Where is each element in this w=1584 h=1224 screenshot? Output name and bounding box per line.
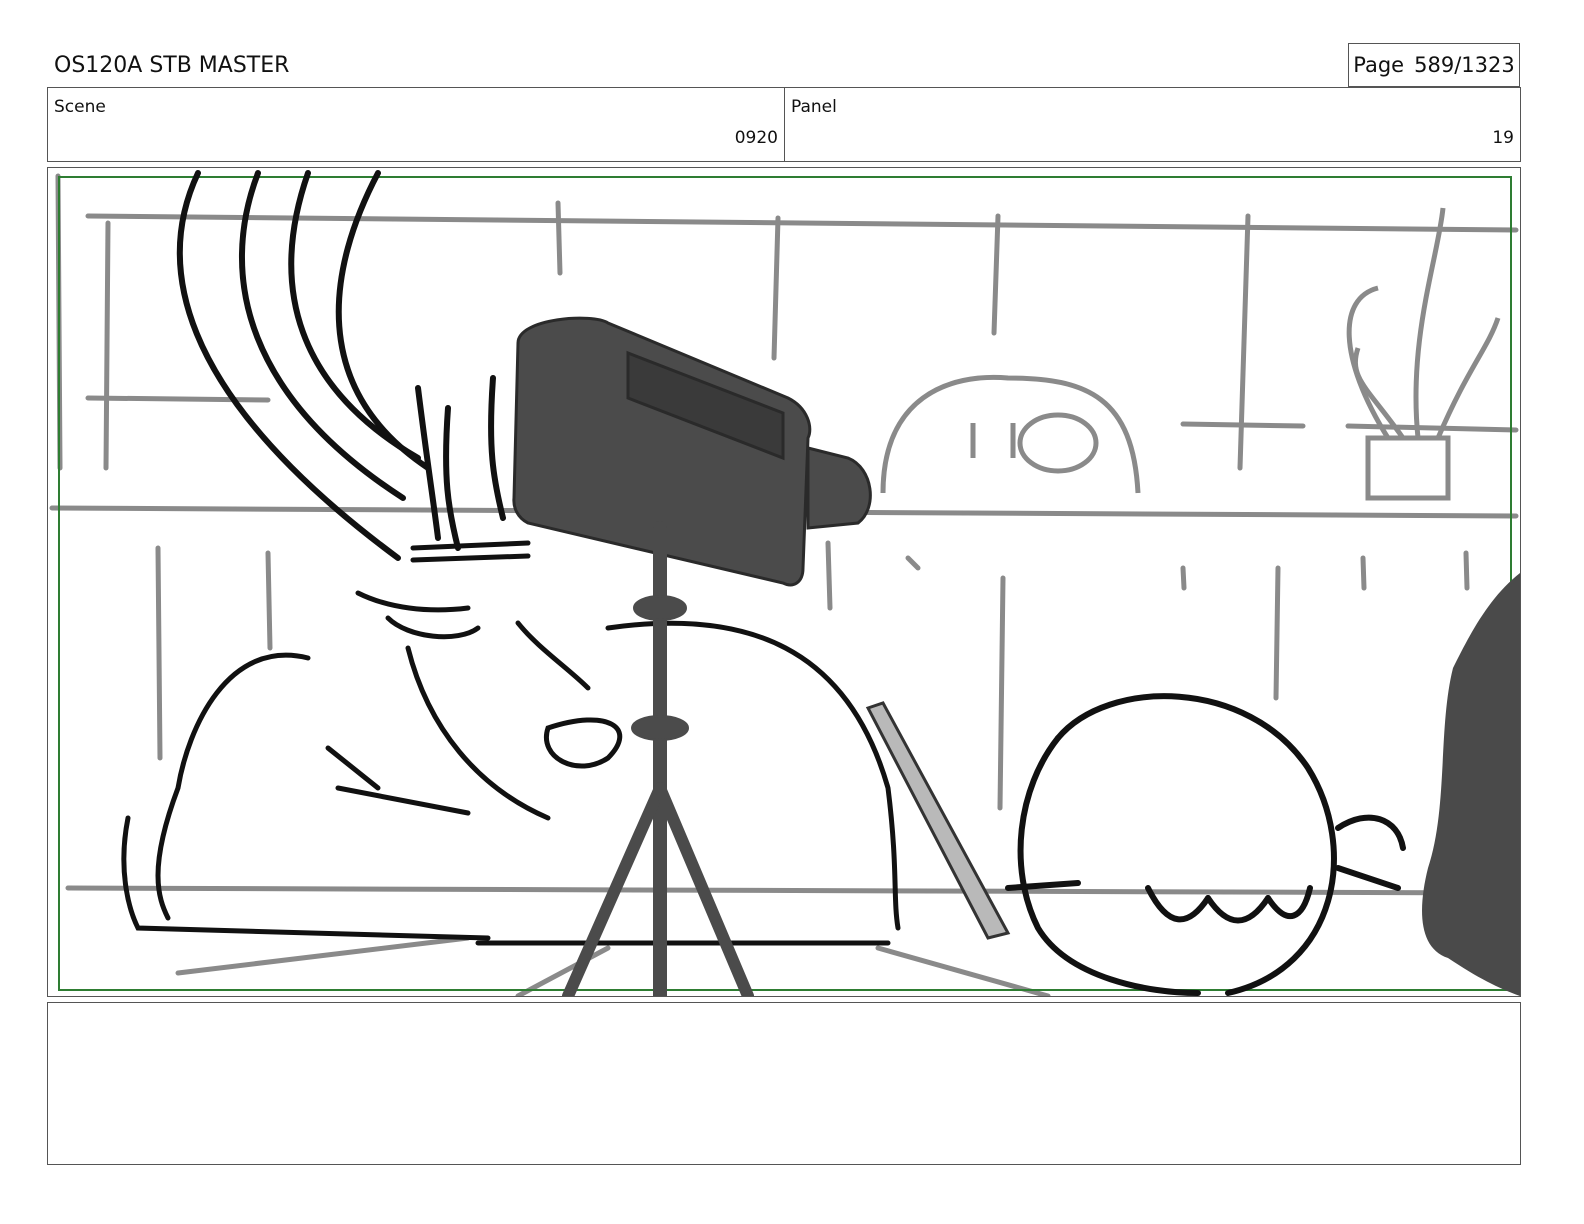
antlers-sketch — [176, 170, 506, 561]
document-title: OS120A STB MASTER — [54, 53, 290, 78]
panel-cell: Panel 19 — [785, 88, 1520, 161]
panel-number: 19 — [1492, 128, 1514, 148]
moose-body-sketch — [121, 540, 901, 946]
scene-number: 0920 — [734, 128, 778, 148]
scene-cell: Scene 0920 — [48, 88, 785, 161]
bird-creature-sketch — [1005, 693, 1406, 996]
page-label: Page — [1353, 53, 1405, 77]
background-wall-lines — [49, 173, 1519, 996]
toaster-sketch — [880, 374, 1141, 494]
storyboard-sketch — [49, 170, 1520, 996]
video-camera-sketch — [512, 316, 872, 587]
foreground-silhouette — [1422, 573, 1520, 996]
scene-label: Scene — [54, 97, 106, 117]
storyboard-frame — [47, 167, 1521, 997]
panel-label: Panel — [791, 97, 837, 117]
notes-box — [47, 1002, 1521, 1165]
page-number: 589/1323 — [1414, 53, 1515, 77]
scene-panel-row: Scene 0920 Panel 19 — [47, 87, 1521, 162]
plant-sketch — [1346, 207, 1501, 501]
page-indicator: Page 589/1323 — [1348, 43, 1520, 87]
